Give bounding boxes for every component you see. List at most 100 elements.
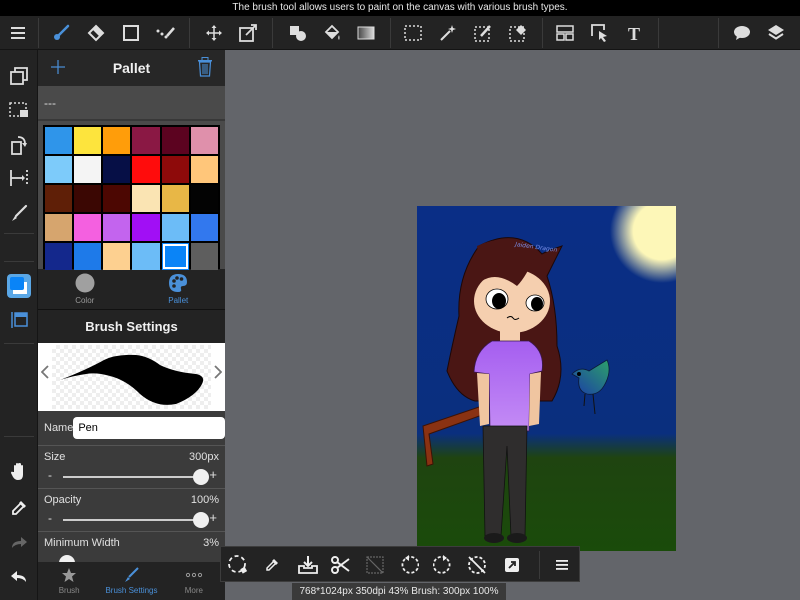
tab-brush-settings[interactable]: Brush Settings (100, 562, 162, 600)
color-swatch[interactable] (103, 214, 131, 241)
size-decrease-button[interactable]: - (48, 468, 52, 482)
size-slider-thumb[interactable] (193, 469, 209, 485)
tab-more[interactable]: More (163, 562, 225, 600)
flip-horizontal-icon (10, 170, 28, 186)
eraser-tool-button[interactable] (81, 16, 111, 50)
pants (482, 425, 528, 537)
selection-layer-button[interactable] (4, 95, 34, 125)
color-swatch[interactable] (45, 243, 73, 270)
clear-icon (366, 556, 384, 574)
layer-duplicate-button[interactable] (4, 61, 34, 91)
brush-panel-button[interactable] (4, 198, 34, 228)
deselect-button[interactable] (223, 550, 253, 580)
brush-name-input[interactable] (73, 417, 225, 439)
size-increase-button[interactable]: + (209, 467, 217, 482)
dot-line-icon (156, 27, 175, 39)
gradient-tool-button[interactable] (351, 16, 381, 50)
size-slider[interactable] (63, 469, 209, 485)
color-swatch[interactable] (161, 127, 189, 154)
color-swatch[interactable] (161, 243, 189, 270)
hand-tool-button[interactable] (4, 457, 34, 487)
color-swatch[interactable] (45, 185, 73, 212)
bucket-tool-button[interactable] (317, 16, 347, 50)
bottom-menu-button[interactable] (547, 550, 577, 580)
moon (610, 206, 676, 283)
selection-eraser-tool-button[interactable] (503, 16, 533, 50)
undo-button[interactable] (4, 561, 34, 591)
color-swatch[interactable] (103, 243, 131, 270)
color-swatch[interactable] (74, 156, 102, 183)
import-button[interactable] (293, 550, 323, 580)
color-swatch[interactable] (45, 156, 73, 183)
color-swatch[interactable] (45, 214, 73, 241)
transform-tool-button[interactable] (233, 16, 263, 50)
color-picker-button[interactable] (4, 271, 34, 301)
color-swatch[interactable] (103, 156, 131, 183)
top-toolbar: T (0, 16, 800, 50)
color-swatch[interactable] (132, 243, 160, 270)
share-button[interactable] (497, 550, 527, 580)
color-swatch[interactable] (103, 127, 131, 154)
tab-color[interactable]: Color (38, 269, 132, 309)
eyedropper-button[interactable] (4, 493, 34, 523)
menu-button[interactable] (3, 16, 33, 50)
color-swatch[interactable] (132, 156, 160, 183)
select-tool-button[interactable] (398, 16, 428, 50)
frame-divider-tool-button[interactable] (550, 16, 580, 50)
redo-button[interactable] (4, 527, 34, 557)
text-tool-button[interactable]: T (619, 16, 649, 50)
color-swatch[interactable] (132, 214, 160, 241)
color-swatch[interactable] (190, 214, 218, 241)
color-swatch[interactable] (45, 127, 73, 154)
color-swatch[interactable] (74, 214, 102, 241)
drawing-canvas[interactable]: Jaiden Dragon (417, 206, 676, 551)
color-swatch[interactable] (190, 127, 218, 154)
color-swatch[interactable] (74, 127, 102, 154)
tab-pallet[interactable]: Pallet (132, 269, 226, 309)
rotate-canvas-button[interactable] (4, 130, 34, 160)
color-swatch[interactable] (190, 243, 218, 270)
opacity-increase-button[interactable]: + (209, 510, 217, 525)
fill-shape-tool-button[interactable] (283, 16, 313, 50)
shape-tool-button[interactable] (116, 16, 146, 50)
layers-icon (768, 25, 784, 40)
cut-button[interactable] (326, 550, 356, 580)
color-swatch[interactable] (132, 185, 160, 212)
brush-tool-button[interactable] (46, 16, 76, 50)
layers-button[interactable] (761, 16, 791, 50)
delete-pallet-button[interactable] (197, 57, 213, 82)
color-swatch[interactable] (190, 156, 218, 183)
color-swatch[interactable] (74, 185, 102, 212)
eyedropper-action-button[interactable] (257, 550, 287, 580)
opacity-decrease-button[interactable]: - (48, 511, 52, 525)
clear-selection-button[interactable] (360, 550, 390, 580)
rotate-right-button[interactable] (428, 550, 458, 580)
pallet-name-field[interactable]: --- (38, 86, 225, 119)
selection-pen-tool-button[interactable] (468, 16, 498, 50)
color-swatch[interactable] (132, 127, 160, 154)
opacity-slider[interactable] (63, 512, 209, 528)
dot-line-tool-button[interactable] (151, 16, 181, 50)
color-swatch[interactable] (161, 185, 189, 212)
color-swatch[interactable] (74, 243, 102, 270)
opacity-slider-thumb[interactable] (193, 512, 209, 528)
brush-name-label: Name (44, 422, 74, 434)
next-brush-button[interactable] (214, 365, 223, 384)
reset-rotation-button[interactable] (462, 550, 492, 580)
rotate-left-button[interactable] (394, 550, 424, 580)
previous-brush-button[interactable] (40, 365, 49, 384)
flip-canvas-button[interactable] (4, 163, 34, 193)
color-swatch[interactable] (190, 185, 218, 212)
panel-toggle-button[interactable] (4, 305, 34, 335)
right-shoe (507, 533, 527, 543)
tab-brush[interactable]: Brush (38, 562, 100, 600)
transform-icon (239, 24, 257, 42)
rotate-right-icon (433, 555, 451, 574)
magic-wand-tool-button[interactable] (433, 16, 463, 50)
speech-bubble-button[interactable] (727, 16, 757, 50)
operation-tool-button[interactable] (585, 16, 615, 50)
move-tool-button[interactable] (199, 16, 229, 50)
color-swatch[interactable] (161, 156, 189, 183)
color-swatch[interactable] (103, 185, 131, 212)
color-swatch[interactable] (161, 214, 189, 241)
